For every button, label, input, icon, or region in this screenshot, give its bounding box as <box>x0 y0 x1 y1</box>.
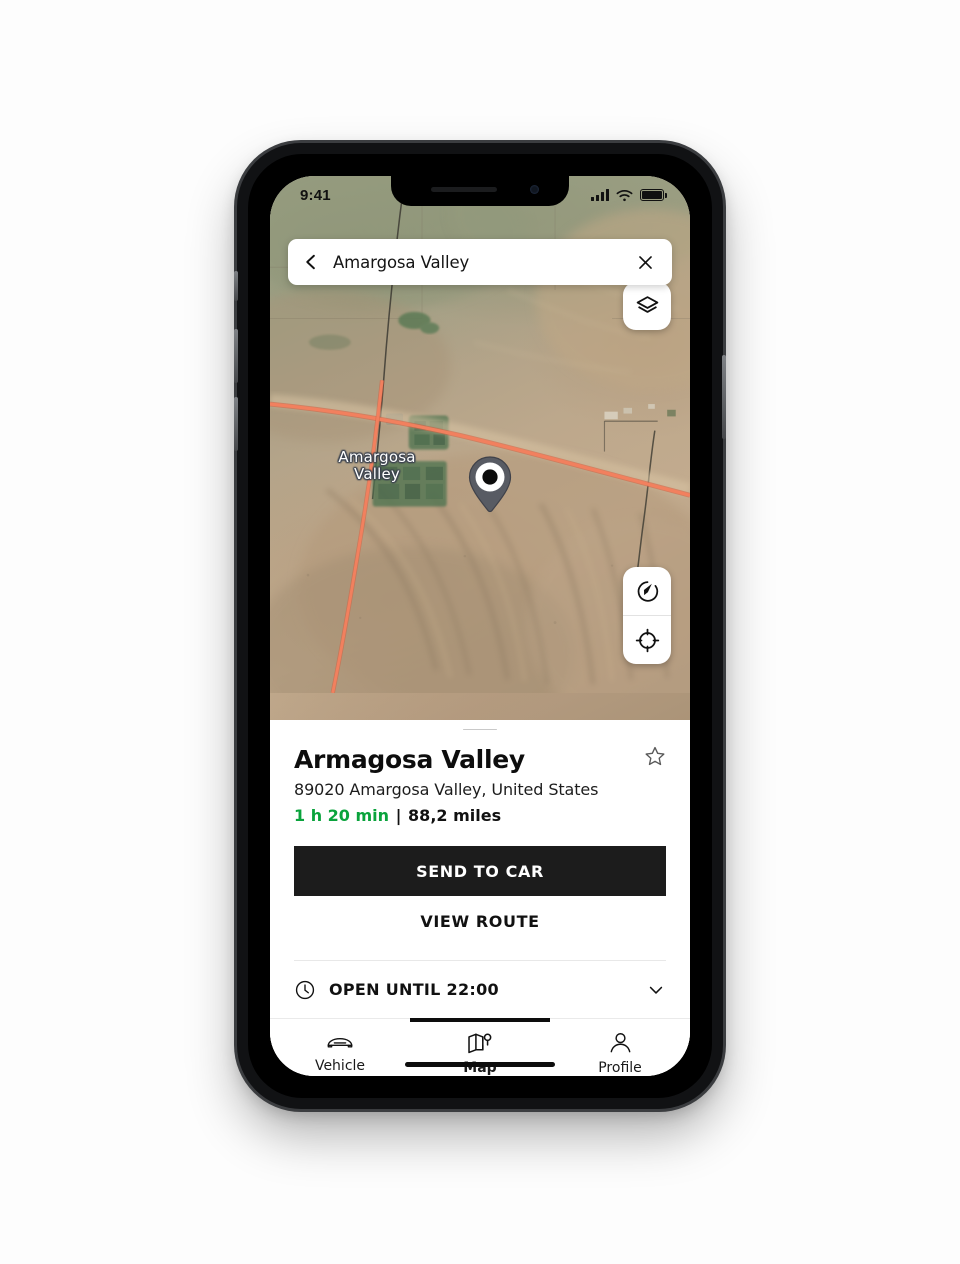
car-icon <box>327 1038 353 1048</box>
place-detail-sheet: Armagosa Valley 89020 Amargosa Valley, U… <box>270 720 690 1076</box>
home-indicator[interactable] <box>405 1062 555 1067</box>
search-input[interactable]: Amargosa Valley <box>333 253 636 272</box>
active-tab-indicator <box>410 1018 550 1022</box>
chevron-down-icon[interactable] <box>646 980 666 1000</box>
map-locate-button[interactable] <box>623 616 671 664</box>
place-address: 89020 Amargosa Valley, United States <box>294 780 599 799</box>
close-icon <box>639 255 652 269</box>
battery-icon <box>640 189 667 201</box>
phone-device-frame: Amargosa Valley 9:41 Amargosa Valley Arm… <box>232 138 728 1114</box>
map-pin-fold-icon <box>467 1033 491 1054</box>
map-place-label-line2: Valley <box>354 464 400 483</box>
meta-separator: | <box>395 806 402 825</box>
map-place-label-line1: Amargosa <box>338 448 416 466</box>
person-icon <box>610 1033 630 1053</box>
opening-hours-label: OPEN UNTIL 22:00 <box>329 980 499 999</box>
map-pin-icon[interactable] <box>467 455 513 513</box>
view-route-button[interactable]: VIEW ROUTE <box>294 896 666 946</box>
place-detail-content: Armagosa Valley 89020 Amargosa Valley, U… <box>270 730 690 1018</box>
tab-vehicle-label: Vehicle <box>314 1058 366 1074</box>
volume-down-button[interactable] <box>234 397 238 451</box>
front-camera <box>530 185 539 194</box>
status-bar-time: 9:41 <box>300 186 331 204</box>
volume-up-button[interactable] <box>234 329 238 383</box>
tab-vehicle[interactable]: Vehicle <box>270 1032 410 1074</box>
display-notch <box>391 176 569 206</box>
clear-search-button[interactable] <box>636 253 655 272</box>
map-compass-button[interactable] <box>623 567 671 615</box>
clock-icon <box>295 980 315 999</box>
search-bar[interactable]: Amargosa Valley <box>288 239 672 285</box>
place-title: Armagosa Valley <box>294 745 525 774</box>
compass-icon <box>637 580 658 602</box>
tab-map[interactable]: Map <box>410 1032 550 1076</box>
opening-hours-row[interactable]: OPEN UNTIL 22:00 <box>294 960 666 1018</box>
star-outline-icon <box>645 746 665 766</box>
map-navigation-controls <box>623 567 671 664</box>
page-root: Amargosa Valley 9:41 Amargosa Valley Arm… <box>0 0 960 1264</box>
chevron-left-icon <box>306 254 315 270</box>
wifi-icon <box>616 189 633 201</box>
favorite-button[interactable] <box>644 745 666 767</box>
tab-profile-label: Profile <box>598 1060 642 1076</box>
map-layers-button[interactable] <box>623 282 671 330</box>
map-place-label: Amargosa Valley <box>312 449 442 483</box>
tab-profile[interactable]: Profile <box>550 1032 690 1076</box>
silence-switch[interactable] <box>234 271 238 301</box>
power-button[interactable] <box>722 355 726 439</box>
earpiece-speaker <box>431 187 497 192</box>
layers-icon <box>636 295 658 313</box>
signal-bars-icon <box>591 189 609 201</box>
back-button[interactable] <box>301 252 321 272</box>
status-bar-indicators <box>591 189 667 202</box>
route-duration: 1 h 20 min <box>294 806 390 825</box>
phone-bezel: Amargosa Valley 9:41 Amargosa Valley Arm… <box>248 154 712 1098</box>
route-distance: 88,2 miles <box>408 806 502 825</box>
crosshair-locate-icon <box>635 628 659 652</box>
place-route-summary: 1 h 20 min | 88,2 miles <box>294 806 666 825</box>
phone-screen: Amargosa Valley 9:41 Amargosa Valley Arm… <box>270 176 690 1076</box>
place-title-row: Armagosa Valley <box>294 745 666 774</box>
bottom-tab-bar: Vehicle Map Profile <box>270 1018 690 1076</box>
send-to-car-button[interactable]: SEND TO CAR <box>294 846 666 896</box>
